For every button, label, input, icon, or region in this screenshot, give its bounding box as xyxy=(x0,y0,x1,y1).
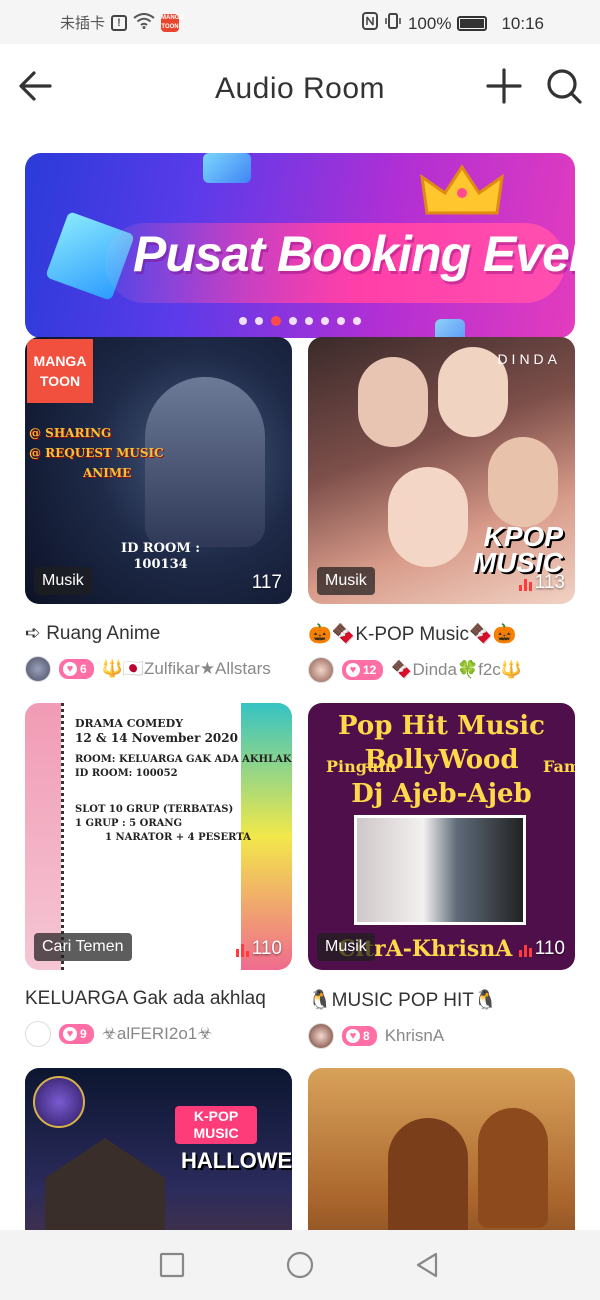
carrier-text: 未插卡 xyxy=(60,15,106,32)
cover-caption: HALLOWEEN xyxy=(181,1148,292,1173)
cover-photo xyxy=(354,815,526,925)
plus-icon xyxy=(486,68,522,104)
pagination-dot[interactable] xyxy=(305,317,313,325)
room-category-tag: Musik xyxy=(317,933,375,961)
cover-room-id: ID ROOM : 100134 xyxy=(121,541,201,572)
status-left: 未插卡 ! MANGA TOON xyxy=(60,12,184,33)
banner-title: Pusat Booking Event xyxy=(133,226,575,282)
circle-icon xyxy=(286,1251,314,1279)
room-owner: ♥ 12 🍫Dinda🍀f2c🔱 xyxy=(308,656,575,684)
cover-caption: DRAMA COMEDY 12 & 14 November 2020 ROOM:… xyxy=(75,717,292,843)
search-icon xyxy=(547,69,582,104)
heart-icon: ♥ xyxy=(346,1029,360,1043)
crown-icon xyxy=(420,164,504,215)
room-name: KELUARGA Gak ada akhlaq xyxy=(25,988,266,1009)
cover-caption-vertical: Pinguin xyxy=(326,757,397,776)
mangatoon-logo: MANGA TOON xyxy=(27,339,93,403)
room-owner: ♥ 9 ☣alFERI2o1☣ xyxy=(25,1020,292,1048)
square-icon xyxy=(159,1252,185,1278)
battery-icon xyxy=(457,16,488,31)
likes-badge: ♥ 12 xyxy=(342,660,384,680)
room-card[interactable]: DINDA KPOP MUSIC Musik 113 🎃🍫K-POP Music🍫… xyxy=(308,337,575,684)
create-room-button[interactable] xyxy=(484,66,524,106)
banner-pagination xyxy=(25,316,575,326)
house-illustration xyxy=(45,1138,165,1238)
likes-badge: ♥ 9 xyxy=(59,1024,94,1044)
room-category-tag: Musik xyxy=(34,567,92,595)
live-bars-icon xyxy=(518,943,532,957)
listener-count: 110 xyxy=(518,938,565,960)
status-bar: 未插卡 ! MANGA TOON 100% 10:16 xyxy=(0,0,600,44)
vibrate-icon xyxy=(384,12,402,35)
app-notification-icon: MANGA TOON xyxy=(161,13,184,32)
pagination-dot[interactable] xyxy=(255,317,263,325)
listener-count: 117 xyxy=(251,572,282,593)
room-name: ➪ Ruang Anime xyxy=(25,623,161,644)
room-card[interactable]: DRAMA COMEDY 12 & 14 November 2020 ROOM:… xyxy=(25,703,292,1048)
room-cover[interactable]: DRAMA COMEDY 12 & 14 November 2020 ROOM:… xyxy=(25,703,292,970)
cover-caption: K-POP MUSIC xyxy=(175,1106,257,1144)
heart-icon: ♥ xyxy=(346,663,360,677)
triangle-back-icon xyxy=(416,1252,438,1278)
live-bars-icon xyxy=(235,943,249,957)
live-bars-icon xyxy=(518,577,532,591)
app-header: Audio Room xyxy=(0,44,600,134)
room-cover[interactable]: MANGA TOON @ SHARING @ REQUEST MUSIC ANIM… xyxy=(25,337,292,604)
back-nav-button[interactable] xyxy=(412,1250,442,1280)
likes-badge: ♥ 6 xyxy=(59,659,94,679)
heart-icon: ♥ xyxy=(63,1027,77,1041)
home-button[interactable] xyxy=(285,1250,315,1280)
avatar[interactable] xyxy=(308,1023,334,1049)
cube-decoration xyxy=(203,153,251,183)
pagination-dot[interactable] xyxy=(271,316,281,326)
pagination-dot[interactable] xyxy=(337,317,345,325)
avatar[interactable] xyxy=(308,657,334,683)
system-navigation-bar xyxy=(0,1230,600,1300)
sim-alert-icon: ! xyxy=(111,14,128,31)
horse-illustration xyxy=(388,1118,468,1248)
pagination-dot[interactable] xyxy=(239,317,247,325)
pagination-dot[interactable] xyxy=(353,317,361,325)
owner-name: 🍫Dinda🍀f2c🔱 xyxy=(391,660,522,679)
face-illustration xyxy=(358,357,428,447)
room-owner: ♥ 6 🔱🇯🇵Zulfikar★Allstars xyxy=(25,655,292,683)
wifi-icon xyxy=(133,12,155,33)
avatar[interactable] xyxy=(25,1021,51,1047)
recent-apps-button[interactable] xyxy=(157,1250,187,1280)
cover-caption-vertical: Family xyxy=(543,757,575,776)
room-name: 🎃🍫K-POP Music🍫🎃 xyxy=(308,624,517,645)
room-card[interactable]: Pop Hit Music BollyWood Dj Ajeb-Ajeb Pin… xyxy=(308,703,575,1050)
room-category-tag: Musik xyxy=(317,567,375,595)
listener-count: 113 xyxy=(518,572,565,594)
owner-name: KhrisnA xyxy=(384,1026,445,1045)
room-name: 🐧MUSIC POP HIT🐧 xyxy=(308,990,498,1011)
avatar[interactable] xyxy=(25,656,51,682)
room-cover[interactable]: DINDA KPOP MUSIC Musik 113 xyxy=(308,337,575,604)
cover-caption: KPOP MUSIC xyxy=(472,521,563,578)
listener-count: 110 xyxy=(235,938,282,960)
battery-percent: 100% xyxy=(407,13,452,33)
room-cover[interactable]: Pop Hit Music BollyWood Dj Ajeb-Ajeb Pin… xyxy=(308,703,575,970)
room-category-tag: Cari Temen xyxy=(34,933,132,961)
face-illustration xyxy=(488,437,558,527)
search-button[interactable] xyxy=(544,66,584,106)
decor-stripe xyxy=(25,703,61,970)
room-card[interactable]: MANGA TOON @ SHARING @ REQUEST MUSIC ANIM… xyxy=(25,337,292,683)
room-avatar-badge xyxy=(33,1076,85,1128)
owner-name: ☣alFERI2o1☣ xyxy=(101,1024,213,1043)
status-right: 100% 10:16 xyxy=(361,12,544,35)
pagination-dot[interactable] xyxy=(289,317,297,325)
nfc-icon xyxy=(361,12,378,35)
heart-icon: ♥ xyxy=(63,662,77,676)
horse-illustration xyxy=(478,1108,548,1228)
cover-caption: @ SHARING @ REQUEST MUSIC ANIME xyxy=(29,426,164,480)
likes-badge: ♥ 8 xyxy=(342,1026,377,1046)
face-illustration xyxy=(388,467,468,567)
pagination-dot[interactable] xyxy=(321,317,329,325)
cover-caption: DINDA xyxy=(497,351,561,367)
owner-name: 🔱🇯🇵Zulfikar★Allstars xyxy=(101,659,271,678)
clock: 10:16 xyxy=(501,13,544,33)
room-owner: ♥ 8 KhrisnA xyxy=(308,1022,575,1050)
event-banner[interactable]: Pusat Booking Event xyxy=(25,153,575,338)
